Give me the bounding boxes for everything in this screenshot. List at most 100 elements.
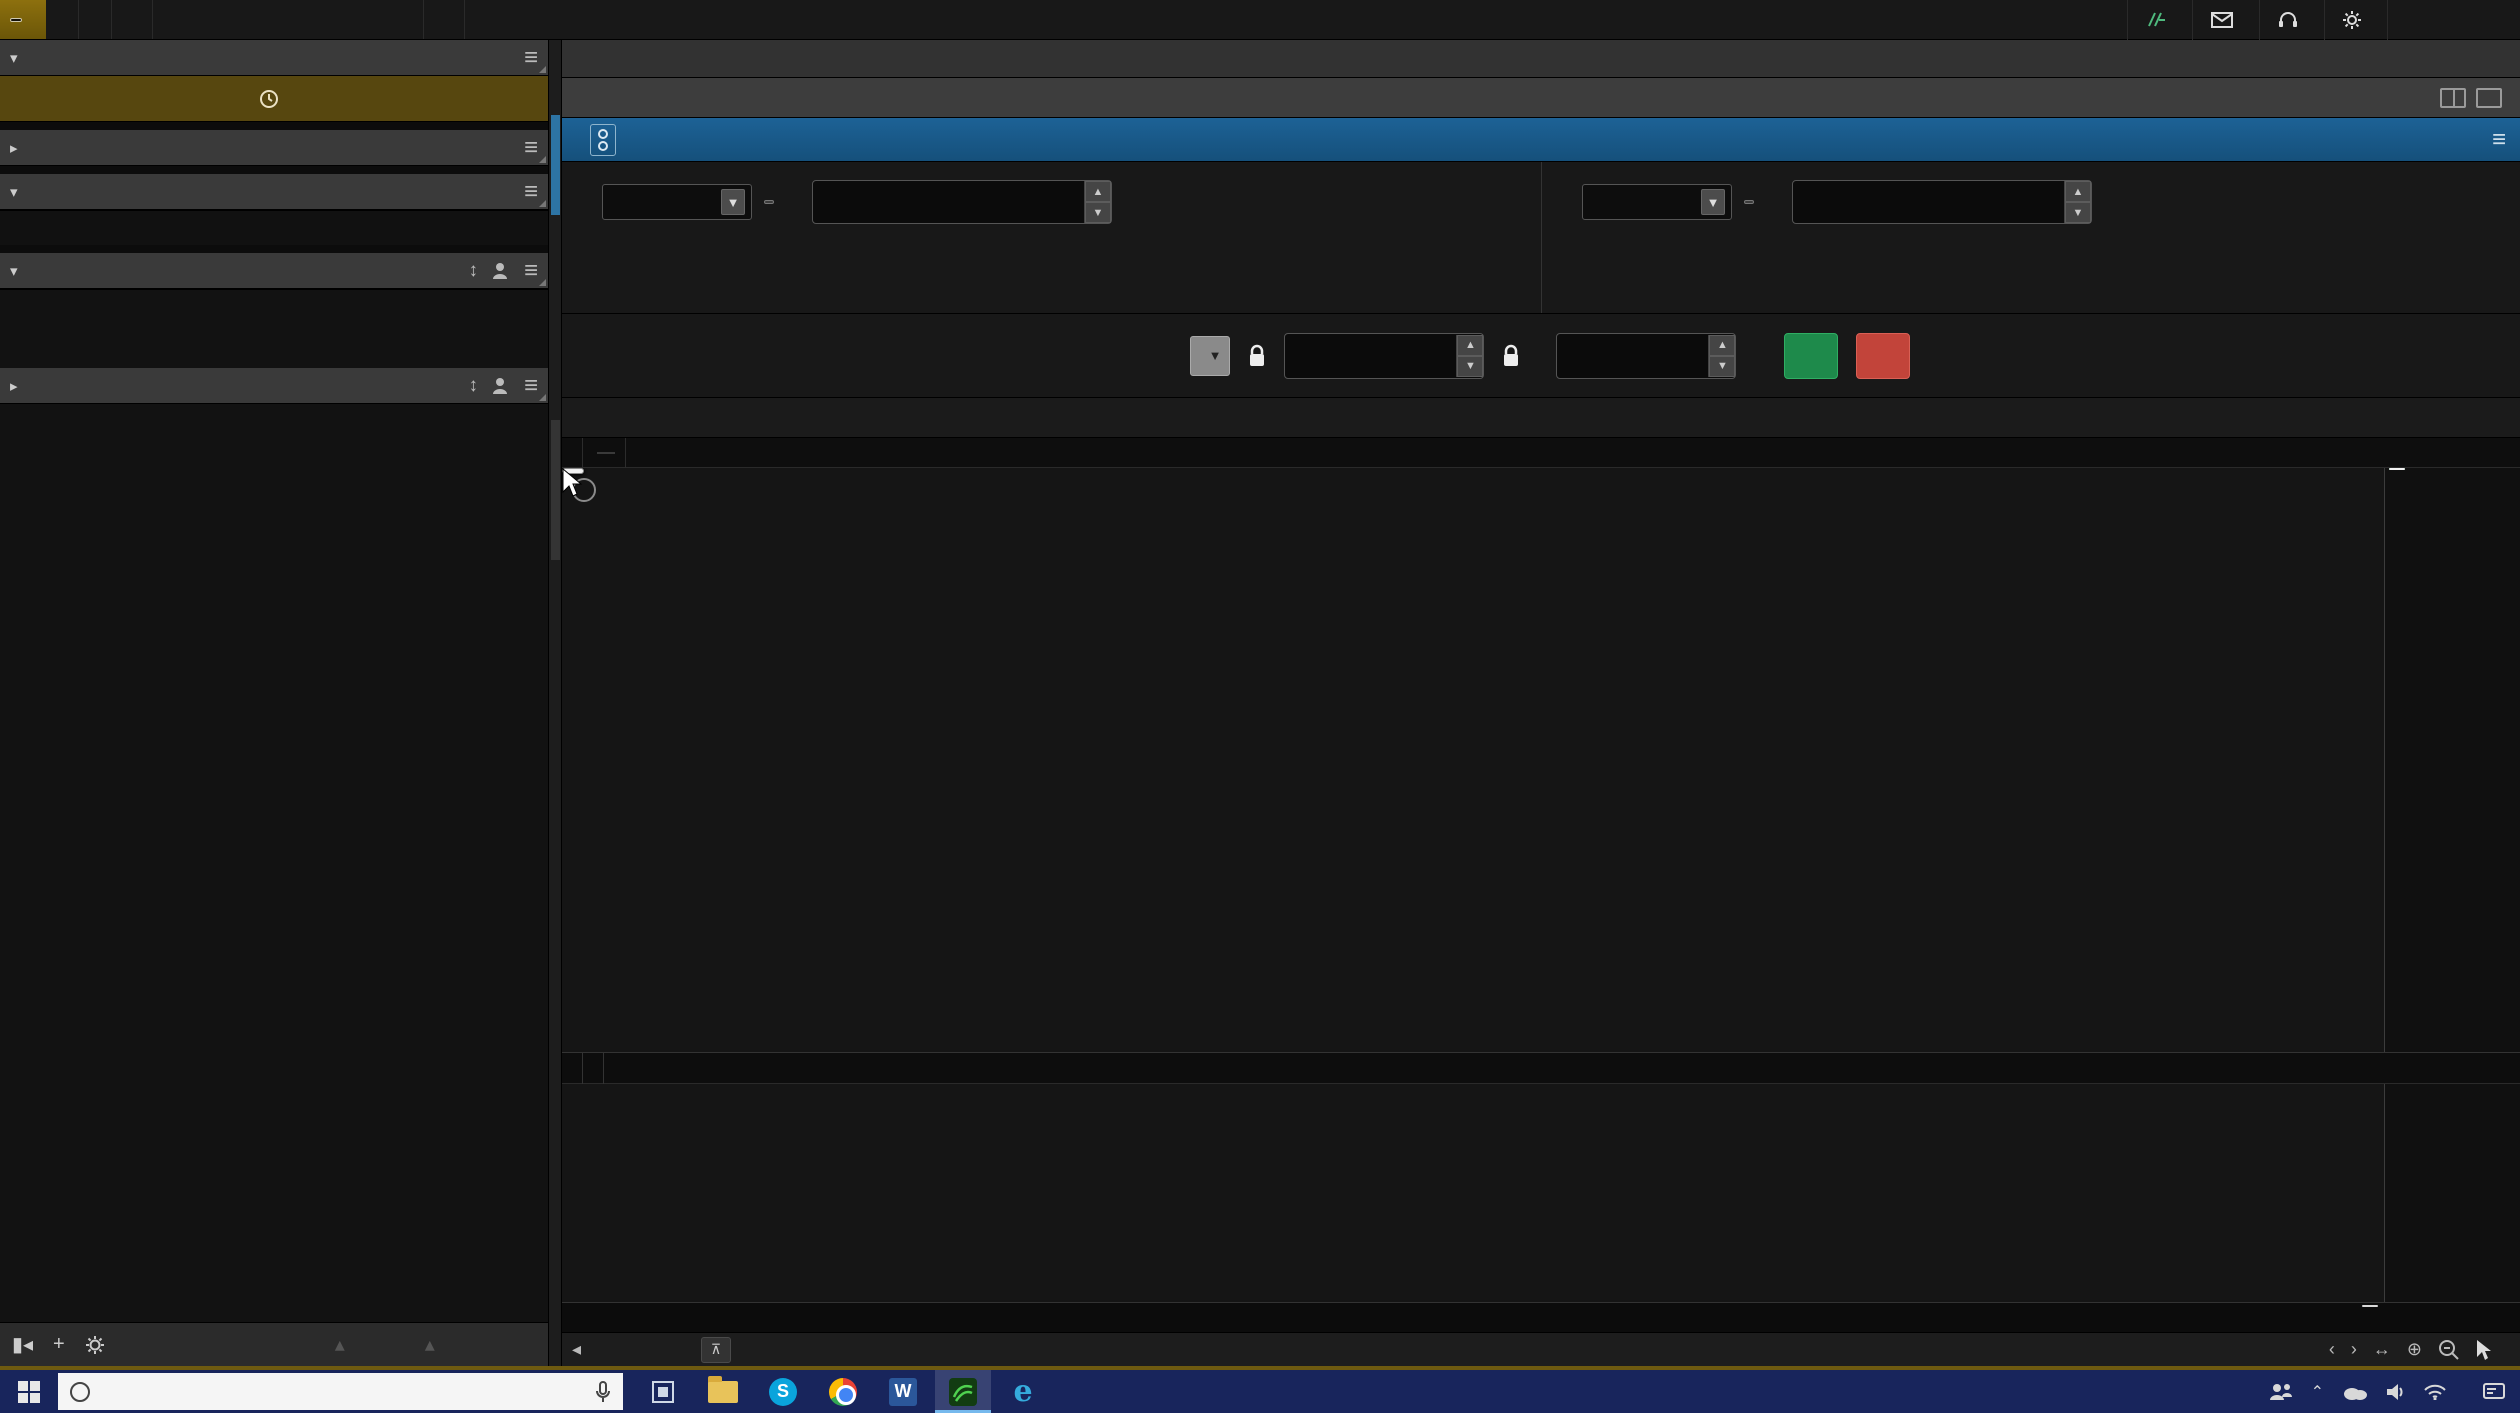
time-axis[interactable] [562,1302,2520,1332]
data-status[interactable] [79,0,112,39]
symbol-bar-menu-icon[interactable]: ≡ [2492,126,2506,154]
price-chart[interactable] [562,468,2385,1052]
quick-quote-menu-icon[interactable]: ≡ [524,180,538,204]
step-down-icon[interactable]: ▼ [1709,356,1735,377]
watchlist-sort-icon[interactable]: ↕ [468,260,478,282]
chevron-down-icon[interactable]: ▼ [1701,189,1725,215]
watchlist-menu-icon[interactable]: ≡ [524,259,538,283]
trade-subtabs [562,78,2520,118]
live-news-menu-icon[interactable]: ≡ [524,136,538,160]
scroll-up-icon[interactable]: ▴ [425,1332,435,1357]
action-center-icon[interactable] [2482,1382,2506,1402]
panel-divider[interactable] [548,40,562,1366]
correlation-header [562,1052,2520,1084]
messages-button[interactable] [2192,0,2259,40]
correlation-axis[interactable] [2385,1084,2520,1302]
scrollbar-thumb[interactable] [551,420,560,560]
person-icon[interactable] [492,377,508,395]
volume-icon[interactable] [2386,1383,2406,1401]
scroll-left-icon[interactable]: ◂ [572,1339,581,1360]
watchlist-header[interactable]: ▾ ↕ ≡ [0,253,548,289]
step-up-icon[interactable]: ▲ [1457,335,1483,356]
lock-icon[interactable] [1502,344,1520,368]
watchlist2-menu-icon[interactable]: ≡ [524,374,538,398]
clock-icon [259,89,279,109]
restore-button[interactable] [2432,0,2476,40]
file-explorer-icon[interactable] [695,1370,751,1413]
step-up-icon[interactable]: ▲ [1085,181,1111,202]
thinkorswim-taskbar-icon[interactable] [935,1370,991,1413]
buy-pair-button[interactable] [1784,333,1838,379]
chart-header [562,438,2520,468]
taskbar-search-input[interactable] [58,1373,623,1410]
right-symbol-dropdown[interactable]: ▼ [1582,184,1732,220]
chrome-icon[interactable] [815,1370,871,1413]
start-button[interactable] [0,1370,58,1413]
trigger-operator-dropdown[interactable]: ▼ [1190,336,1231,376]
connection-status[interactable] [46,0,79,39]
crosshair-icon[interactable]: ⊕ [2407,1339,2422,1360]
person-icon[interactable] [492,262,508,280]
live-news-header[interactable]: ▸ ≡ [0,130,548,166]
layout-split-icon[interactable] [2440,88,2466,108]
right-side-setup: ▼ ▲▼ [1541,162,2520,313]
tray-expand-icon[interactable]: ⌃ [2311,1382,2324,1402]
quantity-input[interactable]: ▲▼ [1556,333,1736,379]
setup-button[interactable] [2324,0,2387,40]
minimize-button[interactable] [2388,0,2432,40]
window-controls [2387,0,2520,40]
zoom-out-icon[interactable] [2438,1339,2460,1361]
link-icon[interactable] [590,124,616,156]
scroll-up-icon[interactable]: ▴ [335,1332,345,1357]
page-left-icon[interactable]: ‹ [2329,1339,2335,1360]
step-up-icon[interactable]: ▲ [1709,335,1735,356]
chevron-down-icon[interactable]: ▼ [721,189,745,215]
sell-pair-button[interactable] [1856,333,1910,379]
left-symbol-dropdown[interactable]: ▼ [602,184,752,220]
watchlist2-sort-icon[interactable]: ↕ [468,375,478,397]
wifi-icon[interactable] [2424,1384,2446,1400]
lock-icon[interactable] [1248,344,1266,368]
microphone-icon[interactable] [595,1381,611,1403]
account-info-menu-icon[interactable]: ≡ [524,46,538,70]
right-ratio-input[interactable]: ▲▼ [1792,180,2092,224]
add-gadget-icon[interactable]: + [53,1333,65,1356]
quick-quote-header[interactable]: ▾ ≡ [0,174,548,210]
pair-symbol-bar: ≡ [562,118,2520,162]
step-down-icon[interactable]: ▼ [2065,202,2091,223]
gear-icon[interactable] [85,1335,105,1355]
account-selector[interactable] [423,0,465,39]
left-ratio-input[interactable]: ▲▼ [812,180,1112,224]
quick-quote-empty-row[interactable] [0,211,548,245]
skype-icon[interactable]: S [755,1370,811,1413]
internet-explorer-icon[interactable]: e [995,1370,1051,1413]
chart-bottom-toolbar: ◂ ⊼ ‹ › ↔ ⊕ [562,1332,2520,1366]
support-chat-button[interactable] [2259,0,2324,40]
close-button[interactable] [2476,0,2520,40]
home-screen-button[interactable] [2127,0,2192,40]
fit-width-icon[interactable]: ↔ [2373,1339,2391,1360]
word-icon[interactable]: W [875,1370,931,1413]
step-down-icon[interactable]: ▼ [1457,356,1483,377]
snap-to-top-button[interactable]: ⊼ [701,1337,731,1363]
collapse-panel-icon[interactable]: ▮◂ [12,1332,33,1357]
account-info-header[interactable]: ▾ ≡ [0,40,548,76]
main-area: ≡ ▼ ▲▼ [562,40,2520,1366]
pointer-icon[interactable] [2476,1339,2494,1361]
correlation-chart[interactable] [562,1084,2385,1302]
step-up-icon[interactable]: ▲ [2065,181,2091,202]
simulated-values-notice [0,76,548,122]
watchlist2-header[interactable]: ▸ ↕ ≡ [0,368,548,404]
step-down-icon[interactable]: ▼ [1085,202,1111,223]
price-axis[interactable] [2385,468,2520,1052]
windows-logo-icon [18,1381,40,1403]
study-name[interactable] [562,1052,583,1084]
scrollbar-thumb[interactable] [551,115,560,215]
layout-single-icon[interactable] [2476,88,2502,108]
crosshair-price-bubble [2389,468,2405,470]
onedrive-icon[interactable] [2342,1384,2368,1400]
page-right-icon[interactable]: › [2351,1339,2357,1360]
people-icon[interactable] [2269,1383,2293,1401]
task-view-button[interactable] [635,1370,691,1413]
trigger-price-input[interactable]: ▲▼ [1284,333,1484,379]
